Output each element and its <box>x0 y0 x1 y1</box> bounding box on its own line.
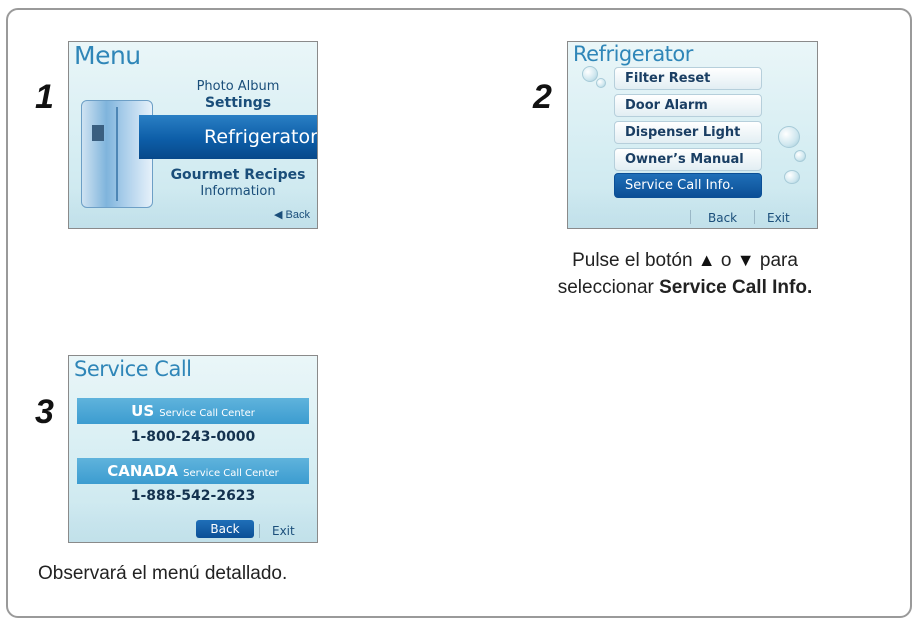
bubble-icon <box>778 126 800 148</box>
service-call-screen: Service Call US Service Call Center 1-80… <box>68 355 318 543</box>
menu-item-gourmet-recipes[interactable]: Gourmet Recipes <box>163 167 313 183</box>
menu-item-settings[interactable]: Settings <box>163 95 313 111</box>
refrigerator-title: Refrigerator <box>573 42 693 66</box>
canada-phone: 1-888-542-2623 <box>130 488 256 504</box>
back-button[interactable]: ◀ Back <box>274 208 310 221</box>
divider <box>690 210 691 224</box>
menu-item-refrigerator[interactable]: Refrigerator <box>139 115 317 159</box>
caption-text: Pulse el botón <box>572 250 693 271</box>
exit-button[interactable]: Exit <box>767 211 790 225</box>
caption-text: o <box>720 250 732 271</box>
exit-button[interactable]: Exit <box>272 524 295 538</box>
menu-item-dispenser-light[interactable]: Dispenser Light <box>614 121 762 144</box>
back-button[interactable]: Back <box>708 211 737 225</box>
menu-item-filter-reset[interactable]: Filter Reset <box>614 67 762 90</box>
caption-text: para <box>759 250 798 271</box>
us-label-suffix: Service Call Center <box>159 408 255 419</box>
refrigerator-screen: Refrigerator Filter Reset Door Alarm Dis… <box>567 41 818 229</box>
menu-title: Menu <box>74 41 141 70</box>
step-number-1: 1 <box>35 78 54 116</box>
step2-caption: Pulse el botón ▲ o ▼ para seleccionar Se… <box>520 247 850 301</box>
step3-caption: Observará el menú detallado. <box>38 563 288 584</box>
menu-item-owners-manual[interactable]: Owner’s Manual <box>614 148 762 171</box>
menu-item-door-alarm[interactable]: Door Alarm <box>614 94 762 117</box>
caption-line-1: Pulse el botón ▲ o ▼ para <box>520 247 850 274</box>
down-arrow-icon: ▼ <box>736 250 755 270</box>
us-phone: 1-800-243-0000 <box>130 429 256 445</box>
us-service-band: US Service Call Center <box>77 398 309 424</box>
fridge-dispenser <box>92 125 104 141</box>
bubble-icon <box>784 170 800 184</box>
step-number-2: 2 <box>533 78 552 116</box>
caption-line-2: seleccionar Service Call Info. <box>520 274 850 301</box>
bubble-icon <box>794 150 806 162</box>
back-button[interactable]: Back <box>196 520 254 538</box>
divider <box>259 524 260 538</box>
step-number-3: 3 <box>35 393 54 431</box>
divider <box>754 210 755 224</box>
canada-service-band: CANADA Service Call Center <box>77 458 309 484</box>
service-call-title: Service Call <box>74 357 192 381</box>
canada-label: CANADA <box>107 462 179 480</box>
us-label: US <box>131 402 155 420</box>
menu-item-service-call-info[interactable]: Service Call Info. <box>614 173 762 198</box>
bubble-icon <box>596 78 606 88</box>
bubble-icon <box>582 66 598 82</box>
caption-emphasis: Service Call Info. <box>659 277 813 298</box>
up-arrow-icon: ▲ <box>697 250 716 270</box>
canada-label-suffix: Service Call Center <box>183 468 279 479</box>
caption-text: seleccionar <box>557 277 654 298</box>
menu-item-photo-album[interactable]: Photo Album <box>163 79 313 94</box>
fridge-door-seam <box>116 107 118 201</box>
menu-screen: Menu Photo Album Settings Refrigerator G… <box>68 41 318 229</box>
menu-item-information[interactable]: Information <box>163 184 313 199</box>
screen-bottom-bar: Back Exit <box>568 206 817 228</box>
